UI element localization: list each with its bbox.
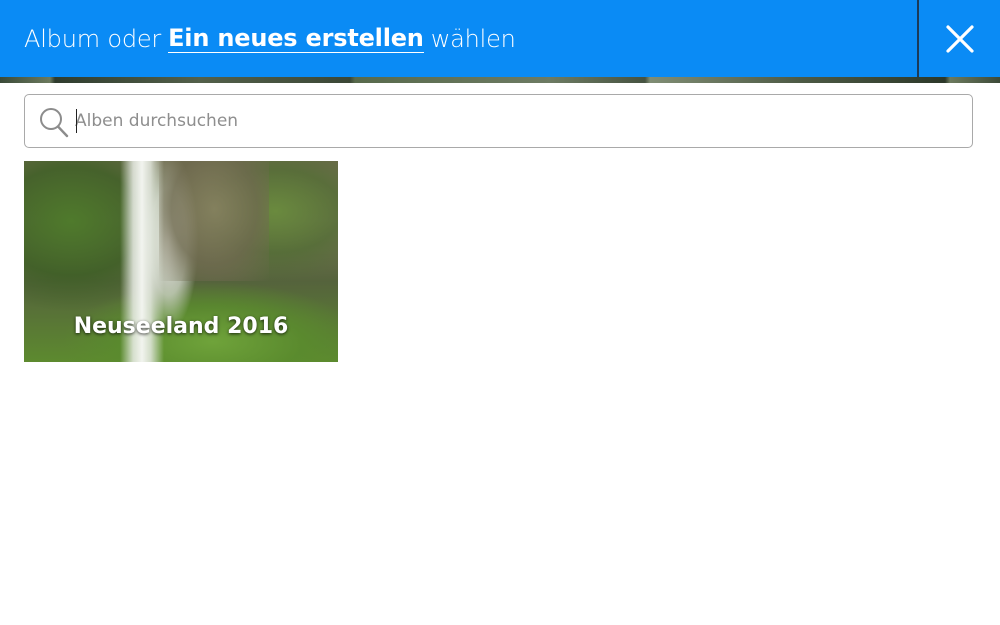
- search-input[interactable]: [75, 95, 955, 147]
- title-prefix: Album oder: [24, 24, 162, 53]
- search-box[interactable]: [24, 94, 973, 148]
- album-title: Neuseeland 2016: [73, 314, 289, 339]
- close-icon: [945, 24, 974, 53]
- album-thumbnail-rock: [159, 161, 269, 281]
- title-suffix: wählen: [430, 24, 516, 53]
- close-button[interactable]: [917, 0, 1000, 77]
- text-cursor: [76, 109, 77, 133]
- create-new-album-link[interactable]: Ein neues erstellen: [168, 25, 424, 53]
- dialog-header: Album oder Ein neues erstellen wählen: [0, 0, 1000, 77]
- search-icon: [40, 108, 69, 138]
- background-strip: [0, 77, 1000, 83]
- dialog-title: Album oder Ein neues erstellen wählen: [24, 0, 516, 77]
- album-tile[interactable]: Neuseeland 2016: [24, 161, 338, 362]
